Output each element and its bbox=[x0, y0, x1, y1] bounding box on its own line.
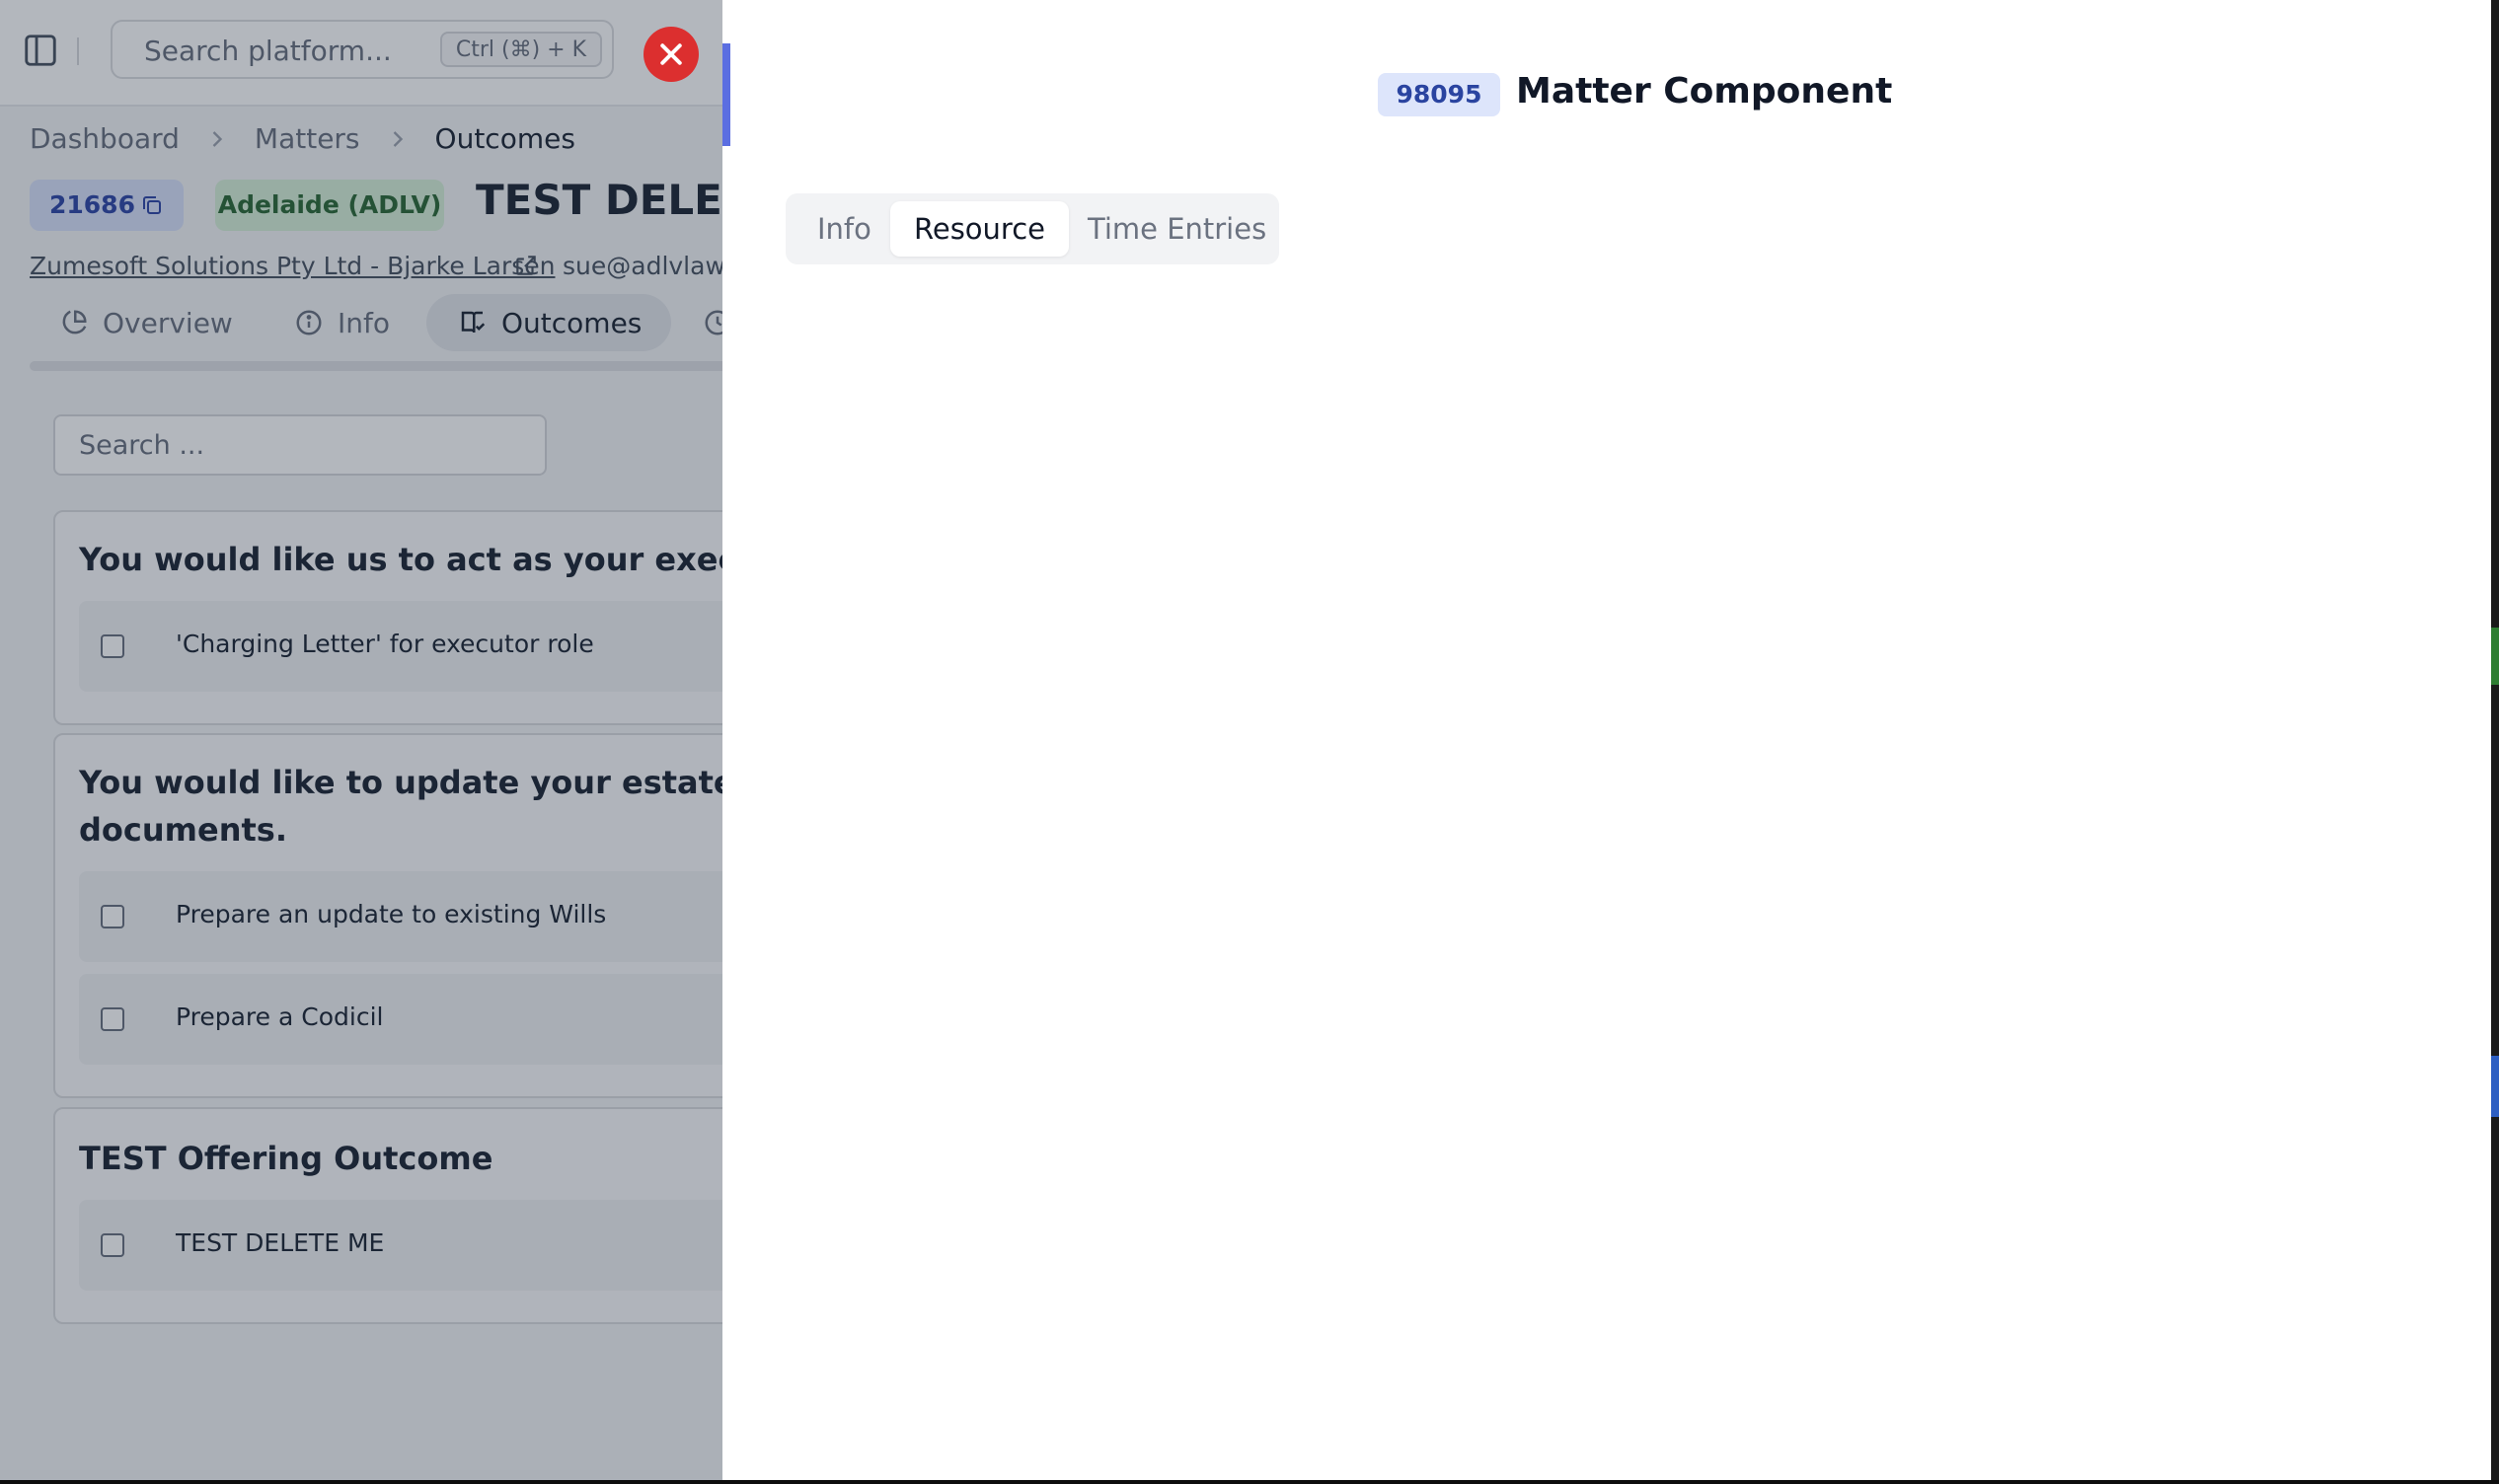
chevron-right-icon bbox=[393, 130, 403, 147]
tabs-scrollbar[interactable] bbox=[30, 361, 740, 371]
outcome-card-title-line1: You would like to update your estate pla… bbox=[79, 764, 784, 801]
tab-overview[interactable]: Overview bbox=[59, 294, 233, 351]
info-icon bbox=[296, 310, 322, 335]
outcome-card: You would like us to act as your executo… bbox=[53, 510, 784, 725]
close-panel-button[interactable] bbox=[644, 27, 699, 82]
search-placeholder: Search platform... bbox=[144, 35, 392, 67]
matter-component-panel: 98095 Matter Component Info Resource Tim… bbox=[722, 0, 2491, 1480]
search-shortcut-hint: Ctrl (⌘) + K bbox=[439, 32, 602, 67]
chevron-right-icon bbox=[212, 130, 223, 147]
outcome-item: Prepare a Codicil bbox=[79, 974, 782, 1065]
breadcrumb: Dashboard Matters Outcomes bbox=[30, 122, 575, 155]
breadcrumb-outcomes: Outcomes bbox=[434, 122, 575, 155]
outcome-item-label: TEST DELETE ME bbox=[176, 1228, 385, 1257]
sidebar-toggle-icon[interactable] bbox=[22, 32, 59, 69]
outcome-item-checkbox[interactable] bbox=[101, 1233, 124, 1257]
tab-info-label: Info bbox=[338, 306, 390, 339]
outcome-card: You would like to update your estate pla… bbox=[53, 733, 784, 1098]
client-email[interactable]: sue@adlvlaw.c bbox=[563, 252, 744, 280]
tab-outcomes-label: Outcomes bbox=[501, 306, 643, 339]
matter-id: 21686 bbox=[49, 190, 135, 219]
outcome-item-checkbox[interactable] bbox=[101, 905, 124, 928]
close-icon bbox=[660, 43, 682, 65]
outcome-search-input[interactable]: Search ... bbox=[53, 414, 547, 476]
outcome-item-checkbox[interactable] bbox=[101, 634, 124, 658]
outcome-item-checkbox[interactable] bbox=[101, 1007, 124, 1031]
breadcrumb-matters[interactable]: Matters bbox=[255, 122, 360, 155]
outcome-item: 'Charging Letter' for executor role bbox=[79, 601, 782, 692]
component-id-badge: 98095 bbox=[1378, 73, 1500, 116]
outcome-card: TEST Offering Outcome TEST DELETE ME bbox=[53, 1107, 784, 1324]
pie-chart-icon bbox=[62, 310, 87, 334]
panel-title: Matter Component bbox=[1516, 71, 1893, 111]
window-edge bbox=[2491, 0, 2499, 1480]
outcome-item-label: 'Charging Letter' for executor role bbox=[176, 630, 594, 658]
copy-icon[interactable] bbox=[140, 193, 164, 217]
outcome-card-title: TEST Offering Outcome bbox=[79, 1140, 493, 1177]
tab-outcomes[interactable]: Outcomes bbox=[426, 294, 672, 351]
client-link[interactable]: Zumesoft Solutions Pty Ltd - Bjarke Lars… bbox=[30, 252, 555, 280]
top-bar: Search platform... Ctrl (⌘) + K bbox=[0, 0, 722, 107]
outcome-search-placeholder: Search ... bbox=[79, 430, 205, 461]
tab-info[interactable]: Info bbox=[294, 294, 390, 351]
outcome-item-label: Prepare an update to existing Wills bbox=[176, 900, 607, 928]
matter-tabs: Overview Info Outcomes bbox=[30, 294, 750, 353]
outcome-item: Prepare an update to existing Wills bbox=[79, 871, 782, 962]
tab-info[interactable]: Info bbox=[794, 201, 895, 257]
book-check-icon bbox=[461, 311, 486, 334]
outcome-card-title-line2: documents. bbox=[79, 811, 287, 849]
window-bottom-edge bbox=[0, 1480, 2499, 1484]
tab-overview-label: Overview bbox=[103, 306, 233, 339]
breadcrumb-dashboard[interactable]: Dashboard bbox=[30, 122, 180, 155]
edge-marker-green bbox=[2491, 628, 2499, 685]
panel-accent-bar bbox=[722, 43, 730, 146]
office-badge: Adelaide (ADLV) bbox=[215, 180, 444, 231]
platform-search-input[interactable]: Search platform... Ctrl (⌘) + K bbox=[111, 20, 614, 79]
outcome-item-label: Prepare a Codicil bbox=[176, 1002, 384, 1031]
panel-tabs: Info Resource Time Entries bbox=[786, 193, 1279, 264]
outcome-item: TEST DELETE ME bbox=[79, 1200, 782, 1291]
tab-time-entries[interactable]: Time Entries bbox=[1064, 201, 1290, 257]
tab-resource[interactable]: Resource bbox=[890, 201, 1069, 257]
outcome-card-title: You would like us to act as your executo… bbox=[79, 541, 784, 578]
external-link-icon[interactable] bbox=[513, 253, 539, 278]
screen: Search platform... Ctrl (⌘) + K Dashboar… bbox=[0, 0, 2499, 1480]
matter-id-badge[interactable]: 21686 bbox=[30, 180, 184, 231]
edge-marker-blue bbox=[2491, 1056, 2499, 1117]
topbar-divider bbox=[77, 37, 79, 65]
